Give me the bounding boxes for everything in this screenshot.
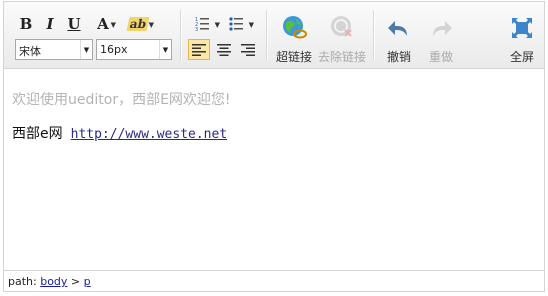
separator [180,10,181,60]
fullscreen-button[interactable]: 全屏 [504,8,540,64]
content-link[interactable]: http://www.weste.net [71,127,228,142]
font-size-select[interactable]: 16px ▼ [96,39,172,60]
unordered-list-icon [229,17,243,31]
content-paragraph: 西部e网 http://www.weste.net [12,123,227,143]
fullscreen-icon [512,18,532,38]
highlight-button[interactable]: ab ▼ [122,14,154,34]
underline-icon: U [67,15,81,33]
unlink-button[interactable]: 去除链接 [317,8,367,64]
unordered-list-button[interactable]: ▼ [224,14,254,34]
toolbar: B I U A ▼ ab ▼ 宋体 ▼ 16px ▼ 1 2 3 ▼ ▼ 超链接… [4,2,544,69]
align-center-icon [217,43,231,56]
path-crumb-p[interactable]: p [84,275,91,288]
bold-icon: B [19,15,33,33]
align-right-icon [241,43,255,56]
chevron-down-icon: ▼ [110,21,116,29]
font-color-button[interactable]: A ▼ [90,14,116,34]
path-crumb-body[interactable]: body [40,275,67,288]
redo-button[interactable]: 重做 [424,8,458,64]
chevron-down-icon: ▼ [248,21,254,29]
undo-button[interactable]: 撤销 [382,8,416,64]
chevron-down-icon: ▼ [148,21,154,29]
svg-text:3: 3 [195,27,198,32]
paragraph-text: 西部e网 [12,126,63,142]
editor: B I U A ▼ ab ▼ 宋体 ▼ 16px ▼ 1 2 3 ▼ ▼ 超链接… [3,1,545,292]
undo-label: 撤销 [387,50,412,64]
align-left-icon [192,43,206,56]
chevron-down-icon: ▼ [80,40,92,59]
element-path-bar: path: body > p [4,270,544,291]
align-right-button[interactable] [237,39,259,60]
path-separator: > [67,275,84,288]
font-color-icon: A [97,15,109,33]
italic-button[interactable]: I [42,14,58,34]
separator [373,10,374,60]
italic-icon: I [46,15,54,33]
path-prefix: path: [8,275,41,288]
font-size-value: 16px [100,43,128,56]
unlink-label: 去除链接 [318,50,367,64]
redo-label: 重做 [429,50,454,64]
chevron-down-icon: ▼ [214,21,220,29]
chevron-down-icon: ▼ [159,40,171,59]
bold-button[interactable]: B [18,14,34,34]
redo-icon [433,21,452,36]
align-left-button[interactable] [188,39,210,60]
editor-content[interactable]: 欢迎使用ueditor，西部E网欢迎您! 西部e网 http://www.west… [4,70,544,270]
welcome-placeholder: 欢迎使用ueditor，西部E网欢迎您! [12,92,231,108]
separator [266,10,267,60]
align-center-button[interactable] [213,39,235,60]
underline-button[interactable]: U [66,14,82,34]
undo-icon [388,21,407,36]
unlink-icon [331,16,352,37]
font-family-select[interactable]: 宋体 ▼ [15,39,93,60]
fullscreen-label: 全屏 [510,50,535,64]
font-family-value: 宋体 [19,45,41,58]
ordered-list-icon: 1 2 3 [195,17,209,32]
link-button[interactable]: 超链接 [274,8,314,64]
highlight-icon: ab [126,17,150,31]
link-label: 超链接 [276,50,313,64]
globe-link-icon [283,16,307,39]
ordered-list-button[interactable]: 1 2 3 ▼ [190,14,220,34]
